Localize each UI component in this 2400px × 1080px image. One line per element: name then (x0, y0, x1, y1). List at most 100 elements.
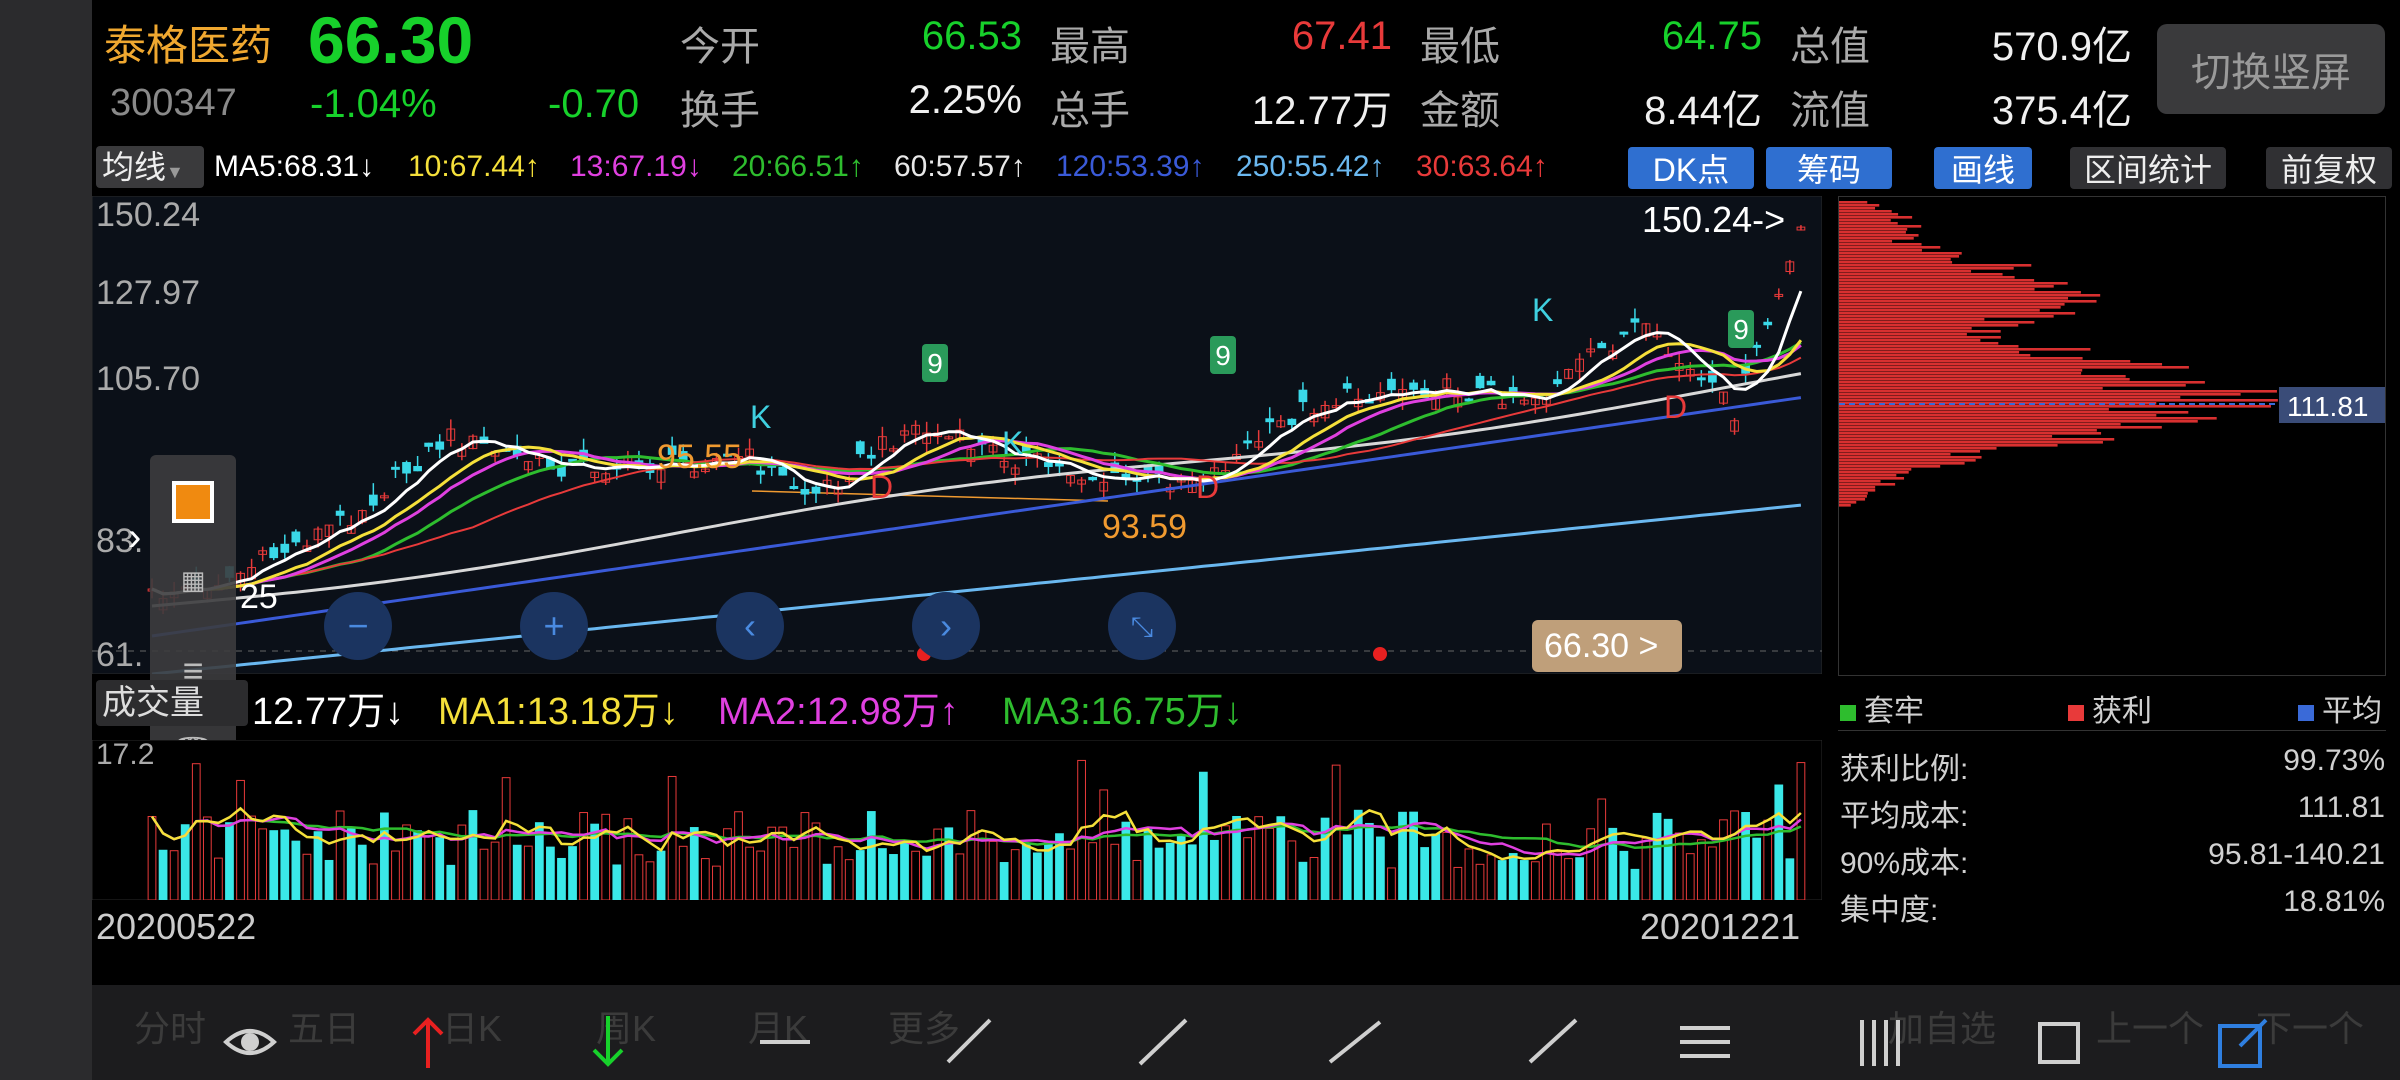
high-value: 67.41 (1291, 14, 1392, 58)
chip-bar (1839, 252, 1962, 255)
chip-distribution-chart: 111.81 (1838, 196, 2386, 676)
candle-body (402, 462, 411, 474)
chip-bar (1839, 321, 2035, 324)
chevron-left-icon: ‹ (744, 605, 756, 646)
volume-bar (380, 812, 389, 900)
chip-bar (1839, 255, 1960, 258)
candle-body (866, 454, 876, 459)
candle-body (811, 486, 821, 494)
dk-point-button[interactable]: DK点 (1628, 147, 1754, 189)
volume-bar (889, 854, 898, 900)
volume-bar (1032, 852, 1042, 900)
volume-bar (878, 848, 887, 900)
volume-chart[interactable]: 17.2 (92, 740, 1822, 900)
stat-average-cost: 平均成本: 111.81 (1840, 791, 2385, 833)
chip-bar (1839, 354, 2031, 357)
draw-line-button[interactable]: 画线 (1934, 147, 2032, 189)
chip-bar (1839, 315, 2054, 318)
volume-bar (1021, 844, 1031, 900)
color-swatch[interactable] (172, 481, 214, 523)
left-low-annotation: 25 (240, 578, 278, 616)
chip-bar (1839, 450, 1981, 453)
volume-bar (413, 830, 422, 900)
volume-bar (1608, 827, 1618, 900)
volume-bar (1154, 847, 1164, 900)
volume-bar (1619, 850, 1629, 900)
svg-text:9: 9 (1733, 314, 1749, 345)
volume-bar (313, 831, 323, 900)
range-stats-button[interactable]: 区间统计 (2070, 147, 2226, 189)
chip-bar (1839, 342, 1999, 345)
rectangle-icon[interactable] (2038, 1022, 2080, 1064)
volume-bar (1630, 868, 1640, 900)
switch-portrait-button[interactable]: 切换竖屏 (2157, 24, 2385, 114)
chips-button[interactable]: 筹码 (1766, 147, 1892, 189)
volume-bar (1752, 837, 1762, 900)
chip-bar (1839, 414, 2157, 417)
divider (1838, 730, 2386, 731)
chip-bar (1839, 279, 2035, 282)
chip-bar (1839, 477, 1905, 480)
volume-bar (158, 849, 168, 900)
y-tick-5: 61. (96, 636, 143, 674)
candle-body (789, 486, 799, 490)
tab-intraday[interactable]: 分时 (134, 1000, 206, 1052)
arrow-up-icon[interactable] (412, 1017, 444, 1068)
vertical-lines-icon[interactable] (1860, 1020, 1900, 1066)
volume-selector[interactable]: 成交量 (96, 680, 248, 726)
volume-bar (1364, 822, 1374, 900)
chip-bar (1839, 456, 1982, 459)
average-cost-value: 111.81 (2287, 391, 2368, 422)
adjust-button[interactable]: 前复权 (2266, 147, 2392, 189)
chip-bar (1839, 417, 2217, 420)
candlestick-chart[interactable]: 150.24 127.97 105.70 83. 61. 150.24-> 95… (92, 196, 1822, 674)
volume-bar (1785, 858, 1795, 900)
svg-text:9: 9 (927, 348, 943, 379)
arrow-down-icon[interactable] (592, 1016, 624, 1067)
chip-bar (1839, 420, 2198, 423)
trend-line-icon[interactable] (1328, 1020, 1382, 1064)
collapse-icon: ⤡ (1131, 611, 1153, 642)
volume-bar (1663, 818, 1673, 900)
chip-bar (1839, 372, 2082, 375)
candle-body (800, 488, 810, 495)
chip-bar (1839, 390, 2277, 393)
chip-bar (1839, 423, 2121, 426)
volume-y-max: 17.2 (96, 740, 154, 771)
chip-bar (1839, 360, 2131, 363)
chip-bar (1839, 228, 1908, 231)
ma-selector[interactable]: 均线▼ (96, 146, 204, 188)
volume-bar (1210, 839, 1219, 900)
chip-bar (1839, 297, 2069, 300)
chip-bar (1839, 426, 2162, 429)
stat-profit-ratio: 获利比例: 99.73% (1840, 744, 2385, 786)
ma60-value: 60:57.57↑ (894, 150, 1026, 183)
volume-bar (468, 810, 478, 900)
d-marker: D (1664, 389, 1687, 425)
volume-bar (1431, 833, 1441, 900)
volume-value: 12.77万 (1251, 89, 1392, 133)
candle-body (391, 466, 400, 470)
chip-bar (1839, 435, 2053, 438)
line-style-icon[interactable]: ▦ (168, 565, 218, 601)
candle-body (1287, 418, 1297, 426)
ray-icon[interactable] (946, 1018, 992, 1064)
stat-90-cost: 90%成本: 95.81-140.21 (1840, 838, 2385, 880)
chip-bar (1839, 261, 1953, 264)
stock-code: 300347 (110, 82, 237, 124)
float-value: 375.4亿 (1991, 89, 2132, 133)
chip-bar (1839, 447, 1997, 450)
fibonacci-icon[interactable] (1680, 1026, 1730, 1058)
share-icon[interactable] (2218, 1018, 2268, 1068)
segment-icon[interactable] (1138, 1018, 1188, 1066)
chip-bar (1839, 285, 2054, 288)
volume-bar (291, 840, 301, 900)
chip-bar (1839, 495, 1867, 498)
chip-bar (1839, 471, 1909, 474)
volume-bar (1176, 835, 1186, 900)
expand-arrow-icon[interactable]: › (128, 515, 141, 560)
chip-bar (1839, 432, 2102, 435)
chip-bar (1839, 264, 2032, 267)
chip-bar (1839, 441, 2103, 444)
extend-line-icon[interactable] (1528, 1018, 1578, 1064)
